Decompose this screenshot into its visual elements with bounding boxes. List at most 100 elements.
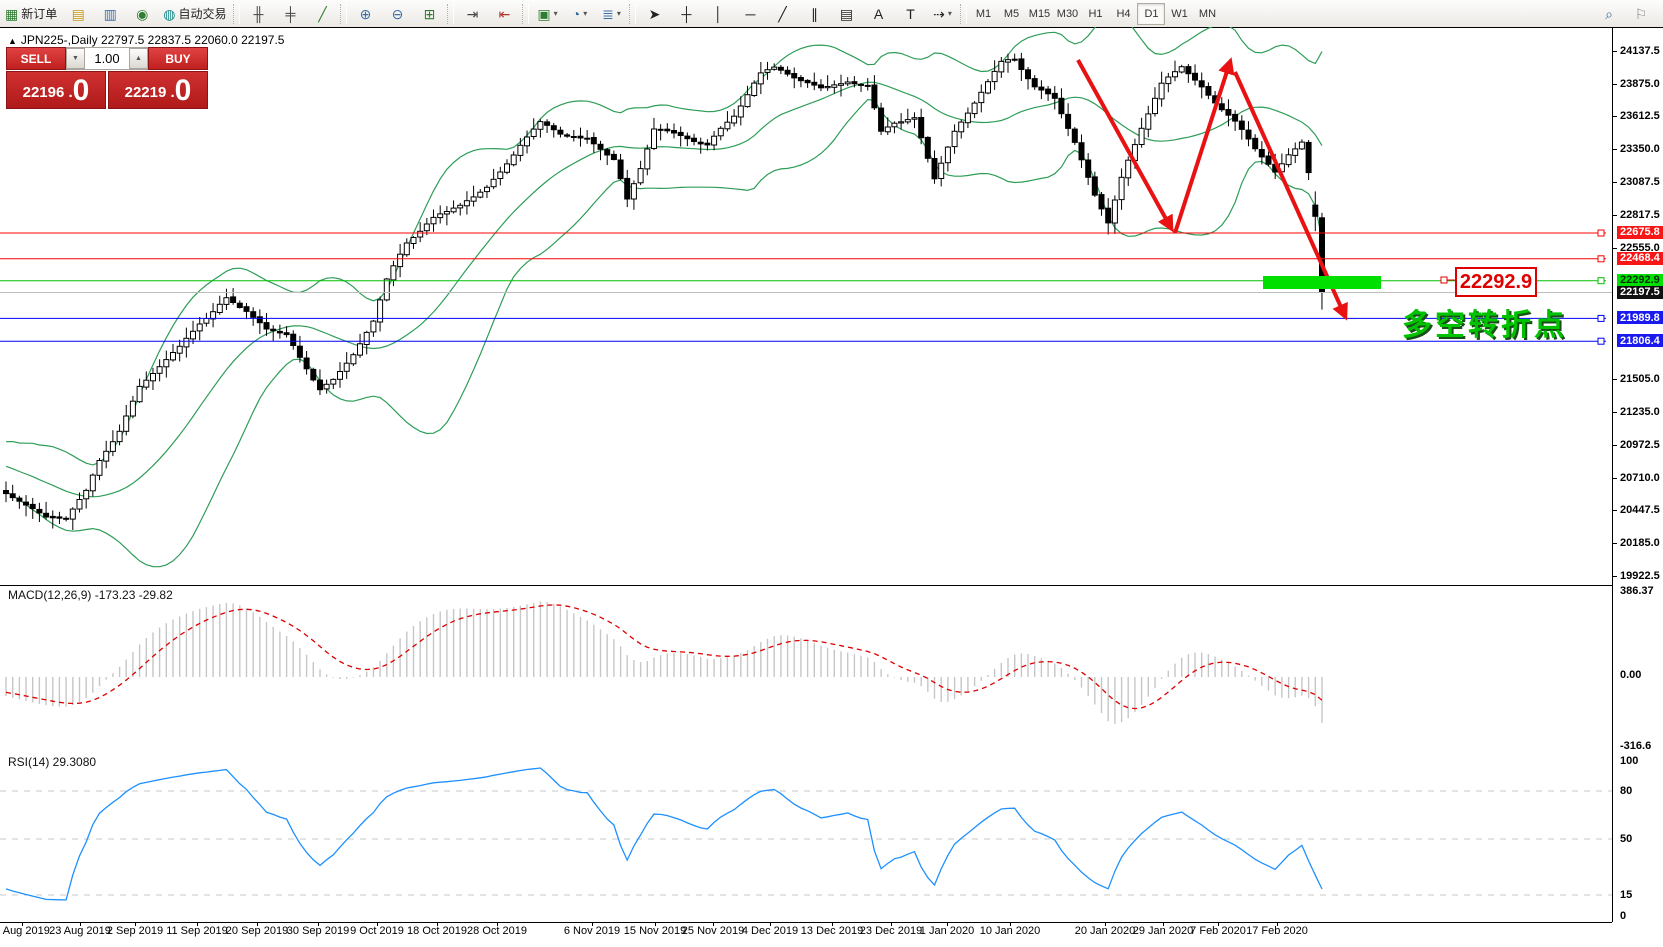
toolbar-separator [233, 4, 240, 24]
rsi-tick-label: 0 [1620, 910, 1626, 922]
buy-price-button[interactable]: 22219 .0 [108, 71, 208, 109]
callout-anchor-handle[interactable] [1441, 277, 1447, 283]
data-window-button[interactable]: ▥ [95, 2, 125, 26]
tile-windows-button[interactable]: ⊞ [414, 2, 444, 26]
template-button[interactable]: ≣▾ [596, 2, 626, 26]
mt4-terminal: ▦新订单▤▥◉◍自动交易╫╪╱⊕⊖⊞⇥⇤▣▾◔▾≣▾➤┼│─╱∥▤AT⇢▾M1M… [0, 0, 1663, 947]
navigator-button[interactable]: ◉ [127, 2, 157, 26]
price-callout[interactable]: 22292.9 [1455, 267, 1537, 297]
line-chart-button[interactable]: ╱ [307, 2, 337, 26]
buy-price-main: 22219 . [125, 80, 175, 106]
market-watch-button[interactable]: ▤ [63, 2, 93, 26]
trend-arrow-2[interactable] [1175, 62, 1230, 233]
collapse-marker-icon[interactable]: ▲ [8, 36, 17, 46]
search-button[interactable]: ⌕ [1594, 2, 1624, 26]
cursor-button[interactable]: ➤ [639, 2, 669, 26]
trend-arrow-1[interactable] [1078, 60, 1171, 228]
price-tick-label: 23350.0 [1620, 143, 1660, 155]
new-chart-icon: ▣ [537, 7, 550, 21]
hline-handle[interactable] [1598, 230, 1604, 236]
macd-tick-label: -316.6 [1620, 740, 1651, 752]
timeframe-m15[interactable]: M15 [1025, 3, 1053, 25]
buy-button[interactable]: BUY [148, 47, 208, 70]
symbol-info-line: ▲JPN225-,Daily 22797.5 22837.5 22060.0 2… [8, 33, 284, 47]
text-button[interactable]: A [863, 2, 893, 26]
hline-handle[interactable] [1598, 256, 1604, 262]
new-chart-button[interactable]: ▣▾ [532, 2, 562, 26]
timeframe-m1[interactable]: M1 [969, 3, 997, 25]
cn-annotation-text[interactable]: 多空转折点 [1402, 300, 1567, 344]
hline-handle[interactable] [1598, 278, 1604, 284]
highlight-rectangle[interactable] [1263, 276, 1381, 289]
auto-scroll-button[interactable]: ⇥ [457, 2, 487, 26]
arrows-button[interactable]: ⇢▾ [927, 2, 957, 26]
vertical-line-icon: │ [714, 7, 723, 21]
volume-increment-button[interactable]: ▲ [129, 48, 148, 69]
timeframe-mn[interactable]: MN [1193, 3, 1221, 25]
market-watch-icon: ▤ [72, 7, 85, 21]
price-tick-mark [1612, 215, 1617, 216]
horizontal-line-button[interactable]: ─ [735, 2, 765, 26]
trendline-button[interactable]: ╱ [767, 2, 797, 26]
price-tick-mark [1612, 116, 1617, 117]
crosshair-button[interactable]: ┼ [671, 2, 701, 26]
hline-handle[interactable] [1598, 338, 1604, 344]
dropdown-arrow-icon[interactable]: ▾ [948, 9, 952, 18]
text-icon: A [874, 7, 883, 21]
price-tick-mark [1612, 576, 1617, 577]
toolbar-separator [629, 4, 636, 24]
label-button[interactable]: T [895, 2, 925, 26]
autotrade-button-label: 自动交易 [178, 5, 226, 22]
bar-chart-button[interactable]: ╫ [243, 2, 273, 26]
line-chart-icon: ╱ [318, 7, 326, 21]
one-click-trading-panel: SELL ▼ ▲ BUY 22196 .0 22219 .0 [6, 47, 208, 109]
price-tick-mark [1612, 182, 1617, 183]
volume-input[interactable] [85, 48, 129, 69]
price-tick-mark [1612, 510, 1617, 511]
timeframe-h1[interactable]: H1 [1081, 3, 1109, 25]
vertical-line-button[interactable]: │ [703, 2, 733, 26]
timeframe-m30[interactable]: M30 [1053, 3, 1081, 25]
auto-scroll-icon: ⇥ [467, 7, 479, 21]
price-level-badge: 22468.4 [1617, 252, 1663, 265]
dropdown-arrow-icon[interactable]: ▾ [554, 9, 558, 18]
new-order-button[interactable]: ▦新订单 [1, 2, 61, 26]
community-button[interactable]: ⚐ [1626, 2, 1656, 26]
rsi-line [6, 768, 1322, 900]
main-chart-layer [0, 27, 1612, 585]
timeframe-d1[interactable]: D1 [1137, 3, 1165, 25]
date-tick-label: 23 Aug 2019 [49, 925, 111, 937]
candlestick-button[interactable]: ╪ [275, 2, 305, 26]
autotrade-button[interactable]: ◍自动交易 [159, 2, 230, 26]
sell-button[interactable]: SELL [6, 47, 66, 70]
hline-handle[interactable] [1598, 315, 1604, 321]
timeframe-m5[interactable]: M5 [997, 3, 1025, 25]
chart-shift-button[interactable]: ⇤ [489, 2, 519, 26]
date-tick-label: 17 Feb 2020 [1246, 925, 1308, 937]
macd-tick-label: 386.37 [1620, 585, 1654, 597]
autotrade-icon: ◍ [163, 7, 175, 21]
zoom-in-button[interactable]: ⊕ [350, 2, 380, 26]
bar-chart-icon: ╫ [254, 7, 264, 21]
buy-price-pip: 0 [175, 76, 192, 106]
price-tick-mark [1612, 445, 1617, 446]
volume-decrement-button[interactable]: ▼ [66, 48, 85, 69]
label-icon: T [906, 7, 915, 21]
sell-price-button[interactable]: 22196 .0 [6, 71, 106, 109]
price-level-badge: 21989.8 [1617, 311, 1663, 324]
symbol-ohlc: 22797.5 22837.5 22060.0 22197.5 [101, 33, 285, 47]
price-level-badge: 22675.8 [1617, 226, 1663, 239]
timeframe-h4[interactable]: H4 [1109, 3, 1137, 25]
period-button[interactable]: ◔▾ [564, 2, 594, 26]
dropdown-arrow-icon[interactable]: ▾ [583, 9, 587, 18]
dropdown-arrow-icon[interactable]: ▾ [617, 9, 621, 18]
price-tick-label: 20972.5 [1620, 439, 1660, 451]
rsi-tick-label: 100 [1620, 755, 1638, 767]
timeframe-w1[interactable]: W1 [1165, 3, 1193, 25]
price-tick-label: 22817.5 [1620, 209, 1660, 221]
zoom-out-button[interactable]: ⊖ [382, 2, 412, 26]
price-tick-label: 20447.5 [1620, 504, 1660, 516]
fibonacci-button[interactable]: ▤ [831, 2, 861, 26]
channel-button[interactable]: ∥ [799, 2, 829, 26]
toolbar: ▦新订单▤▥◉◍自动交易╫╪╱⊕⊖⊞⇥⇤▣▾◔▾≣▾➤┼│─╱∥▤AT⇢▾M1M… [0, 0, 1663, 28]
